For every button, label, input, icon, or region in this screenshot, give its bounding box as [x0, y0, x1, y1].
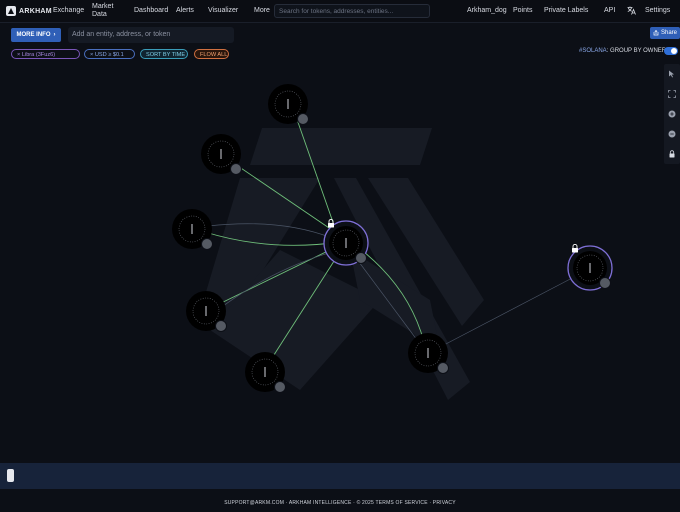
node-mark: [205, 306, 207, 308]
transaction-graph[interactable]: [0, 0, 680, 512]
node-mark: [220, 155, 222, 157]
node-mark: [345, 240, 347, 242]
timeline-bar[interactable]: [0, 463, 680, 489]
lock-body: [328, 223, 334, 228]
node-mark: [264, 367, 266, 369]
node-mark: [427, 352, 429, 354]
node-avatar: [230, 163, 242, 175]
footer-links: SUPPORT@ARKM.COM · ARKHAM INTELLIGENCE ·…: [224, 500, 456, 506]
node-avatar: [355, 252, 367, 264]
node-mark: [205, 312, 207, 314]
node-mark: [427, 350, 429, 352]
node-mark: [191, 232, 193, 234]
node-avatar: [274, 381, 286, 393]
lock-shackle: [572, 243, 578, 248]
graph-node[interactable]: [268, 84, 309, 125]
node-mark: [205, 308, 207, 310]
node-mark: [345, 244, 347, 246]
node-mark: [205, 314, 207, 316]
node-mark: [220, 157, 222, 159]
node-mark: [345, 238, 347, 240]
node-mark: [287, 103, 289, 105]
graph-node[interactable]: [567, 243, 613, 291]
node-mark: [264, 369, 266, 371]
timeline-handle[interactable]: [7, 469, 14, 482]
node-mark: [264, 375, 266, 377]
node-mark: [287, 101, 289, 103]
node-avatar: [297, 113, 309, 125]
node-mark: [589, 267, 591, 269]
lock-body: [572, 248, 578, 253]
node-mark: [220, 149, 222, 151]
lock-icon: [572, 243, 578, 253]
node-avatar: [215, 320, 227, 332]
node-mark: [287, 105, 289, 107]
node-mark: [220, 153, 222, 155]
node-mark: [191, 226, 193, 228]
node-mark: [427, 354, 429, 356]
node-avatar: [599, 277, 611, 289]
node-mark: [589, 269, 591, 271]
graph-node[interactable]: [172, 209, 213, 250]
node-mark: [589, 263, 591, 265]
graph-node[interactable]: [201, 134, 242, 175]
node-mark: [220, 151, 222, 153]
node-mark: [191, 228, 193, 230]
node-mark: [345, 242, 347, 244]
node-mark: [264, 373, 266, 375]
node-mark: [427, 348, 429, 350]
node-avatar: [201, 238, 213, 250]
node-mark: [589, 271, 591, 273]
node-mark: [589, 265, 591, 267]
node-mark: [191, 230, 193, 232]
node-avatar: [437, 362, 449, 374]
lock-icon: [328, 218, 334, 228]
node-mark: [264, 371, 266, 373]
node-mark: [191, 224, 193, 226]
node-mark: [427, 356, 429, 358]
node-mark: [205, 310, 207, 312]
node-mark: [287, 99, 289, 101]
node-mark: [287, 107, 289, 109]
node-mark: [345, 246, 347, 248]
